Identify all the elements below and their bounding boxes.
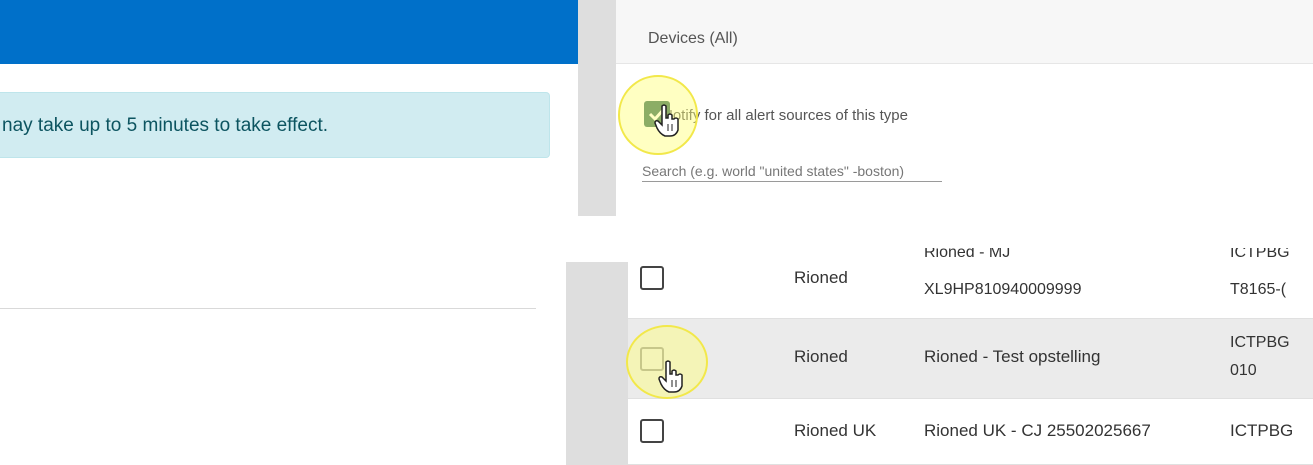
cell-name-line1: Rioned - Test opstelling [924, 347, 1101, 366]
table-row[interactable]: Rioned Rioned - Test opstelling ICTPBG 0… [628, 319, 1313, 399]
cell-name-line1: Rioned - MJ [924, 248, 1011, 261]
cell-id-line1: ICTPBG [1230, 421, 1294, 440]
blue-header-bar [0, 0, 578, 64]
cell-owner: Rioned UK [794, 421, 877, 440]
table-row[interactable]: Rioned Rioned - MJ XL9HP810940009999 ICT… [628, 240, 1313, 319]
info-alert: nay take up to 5 minutes to take effect. [0, 92, 550, 158]
row-checkbox[interactable] [640, 266, 664, 290]
notify-all-label[interactable]: Notify for all alert sources of this typ… [662, 107, 908, 124]
devices-panel-title: Devices (All) [648, 30, 738, 47]
panel-gutter [566, 262, 628, 465]
hand-pointer-icon [654, 104, 679, 137]
hand-pointer-icon [658, 360, 683, 393]
cell-owner: Rioned [794, 347, 848, 366]
cell-id-line1: ICTPBG [1230, 334, 1290, 351]
cell-owner: Rioned [794, 268, 848, 287]
cell-name-line1: Rioned UK - CJ 25502025667 [924, 421, 1151, 440]
panel-gutter [578, 0, 616, 216]
row-checkbox[interactable] [640, 419, 664, 443]
table-row[interactable]: Rioned UK Rioned UK - CJ 25502025667 ICT… [628, 399, 1313, 465]
cell-id-line2: T8165-( [1230, 281, 1287, 298]
alert-message: nay take up to 5 minutes to take effect. [2, 115, 329, 136]
search-input[interactable]: Search (e.g. world "united states" -bost… [642, 163, 942, 182]
cell-name-line2: XL9HP810940009999 [924, 281, 1082, 298]
cell-id-line1: ICTPBG [1230, 248, 1290, 261]
cell-id-line2: 010 [1230, 362, 1257, 379]
divider [0, 308, 536, 309]
